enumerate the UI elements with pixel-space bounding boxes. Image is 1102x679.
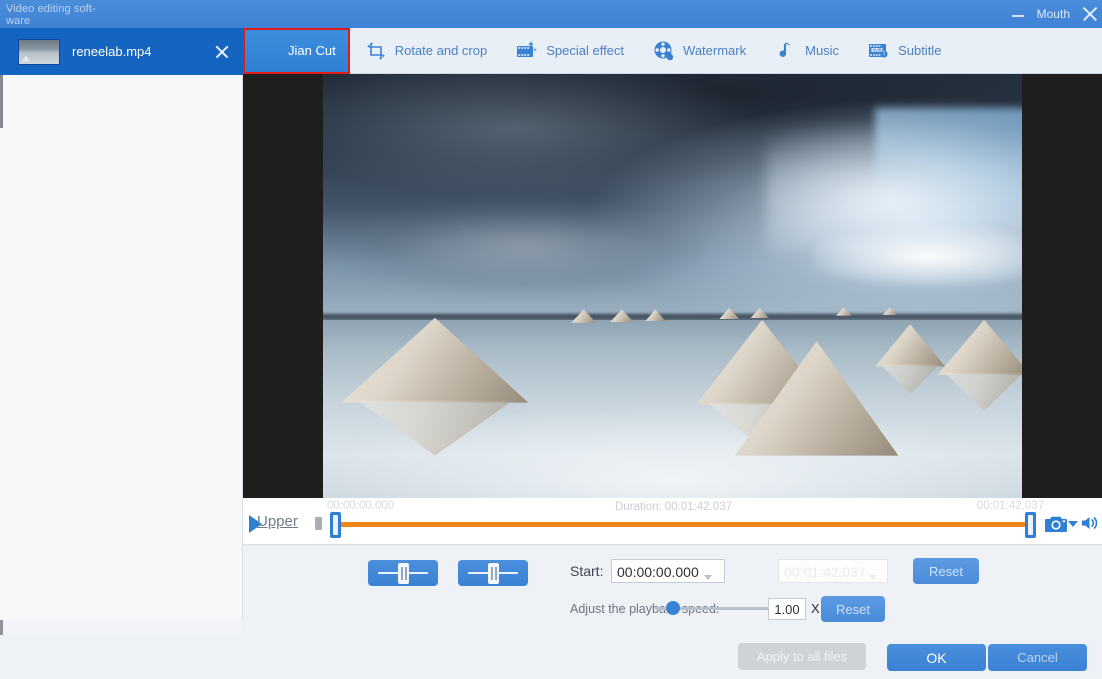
- chevron-down-icon[interactable]: [1068, 521, 1078, 527]
- end-label: End:: [736, 563, 765, 579]
- tab-cut[interactable]: Jian Cut: [243, 28, 350, 74]
- tab-rotate-and-crop-label: Rotate and crop: [395, 43, 488, 58]
- watermark-icon: [652, 39, 676, 63]
- special-effect-icon: [515, 39, 539, 63]
- volume-icon[interactable]: [1079, 513, 1099, 533]
- tab-music-label: Music: [805, 43, 839, 58]
- reset-range-button[interactable]: Reset: [913, 558, 979, 584]
- apply-to-all-files-button[interactable]: Apply to all files: [738, 643, 866, 670]
- letterbox-right: [1022, 74, 1062, 498]
- tab-watermark-label: Watermark: [683, 43, 746, 58]
- close-icon[interactable]: [1082, 6, 1098, 22]
- trim-knob-icon: [488, 563, 499, 584]
- video-frame: [283, 74, 1062, 498]
- cloud-bright: [813, 227, 1047, 286]
- tab-subtitle-label: Subtitle: [898, 43, 941, 58]
- cut-controls-panel: Start: 00:00:00.000 End: 00:01:42.037 Re…: [243, 545, 1102, 635]
- tab-special-effect-label: Special effect: [546, 43, 624, 58]
- speed-unit-label: X: [811, 601, 820, 616]
- start-spinner-icon[interactable]: [704, 575, 712, 580]
- timeline-trim-handle-right[interactable]: [1025, 512, 1036, 538]
- music-note-icon: [774, 39, 798, 63]
- timeline-track[interactable]: [333, 522, 1029, 527]
- end-spinner-icon[interactable]: [869, 575, 877, 580]
- sidebar-scrollbar[interactable]: [0, 68, 3, 128]
- video-preview-stage[interactable]: [243, 74, 1102, 498]
- trim-knob-icon: [398, 563, 409, 584]
- tab-rotate-and-crop[interactable]: Rotate and crop: [350, 28, 502, 74]
- ok-button[interactable]: OK: [887, 644, 986, 671]
- cloud-left: [345, 201, 703, 294]
- play-icon[interactable]: [249, 515, 262, 533]
- timeline-duration-label: Duration: 00:01:42.037: [615, 501, 732, 513]
- tab-cut-label: Jian Cut: [288, 43, 336, 58]
- start-label: Start:: [570, 563, 603, 579]
- set-end-marker-button[interactable]: [458, 560, 528, 586]
- list-item[interactable]: reneelab.mp4: [0, 28, 243, 75]
- upper-label: Upper: [257, 513, 298, 530]
- tab-music[interactable]: Music: [760, 28, 853, 74]
- timeline-trim-handle-left[interactable]: [330, 512, 341, 538]
- video-thumbnail: [18, 39, 60, 65]
- timeline-bar: Upper 00:00:00.000 Duration: 00:01:42.03…: [243, 498, 1102, 545]
- svg-text:SUB: SUB: [872, 47, 881, 52]
- app-title: Video editing soft-ware: [6, 3, 116, 27]
- reset-speed-button[interactable]: Reset: [821, 596, 885, 622]
- video-editor-window: Video editing soft-ware Mouth reneelab.m…: [0, 0, 1102, 679]
- close-icon[interactable]: [211, 41, 233, 63]
- svg-text:T: T: [883, 51, 886, 57]
- editor-toolbar: Jian Cut Rotate and crop: [243, 28, 1102, 74]
- tab-watermark[interactable]: Watermark: [638, 28, 760, 74]
- cancel-button[interactable]: Cancel: [988, 644, 1087, 671]
- playback-speed-slider-knob[interactable]: [666, 601, 680, 615]
- timeline-scrub-grip[interactable]: [315, 517, 322, 530]
- cut-icon: [257, 39, 281, 63]
- minimize-icon[interactable]: [1011, 7, 1025, 21]
- timeline-start-time: 00:00:00.000: [327, 500, 394, 512]
- rotate-crop-icon: [364, 39, 388, 63]
- timeline-end-time: 00:01:42.037: [977, 500, 1044, 512]
- camera-icon[interactable]: [1044, 514, 1068, 533]
- letterbox-left: [283, 74, 323, 498]
- file-name-label: reneelab.mp4: [72, 44, 211, 59]
- playback-speed-input[interactable]: 1.00: [768, 598, 806, 620]
- set-start-marker-button[interactable]: [368, 560, 438, 586]
- tab-special-effect[interactable]: Special effect: [501, 28, 638, 74]
- tab-subtitle[interactable]: SUB T Subtitle: [853, 28, 955, 74]
- window-controls: Mouth: [1011, 0, 1098, 28]
- mouth-label: Mouth: [1035, 7, 1072, 21]
- title-bar: Video editing soft-ware Mouth: [0, 0, 1102, 29]
- file-list-sidebar: reneelab.mp4: [0, 28, 243, 620]
- subtitle-icon: SUB T: [867, 39, 891, 63]
